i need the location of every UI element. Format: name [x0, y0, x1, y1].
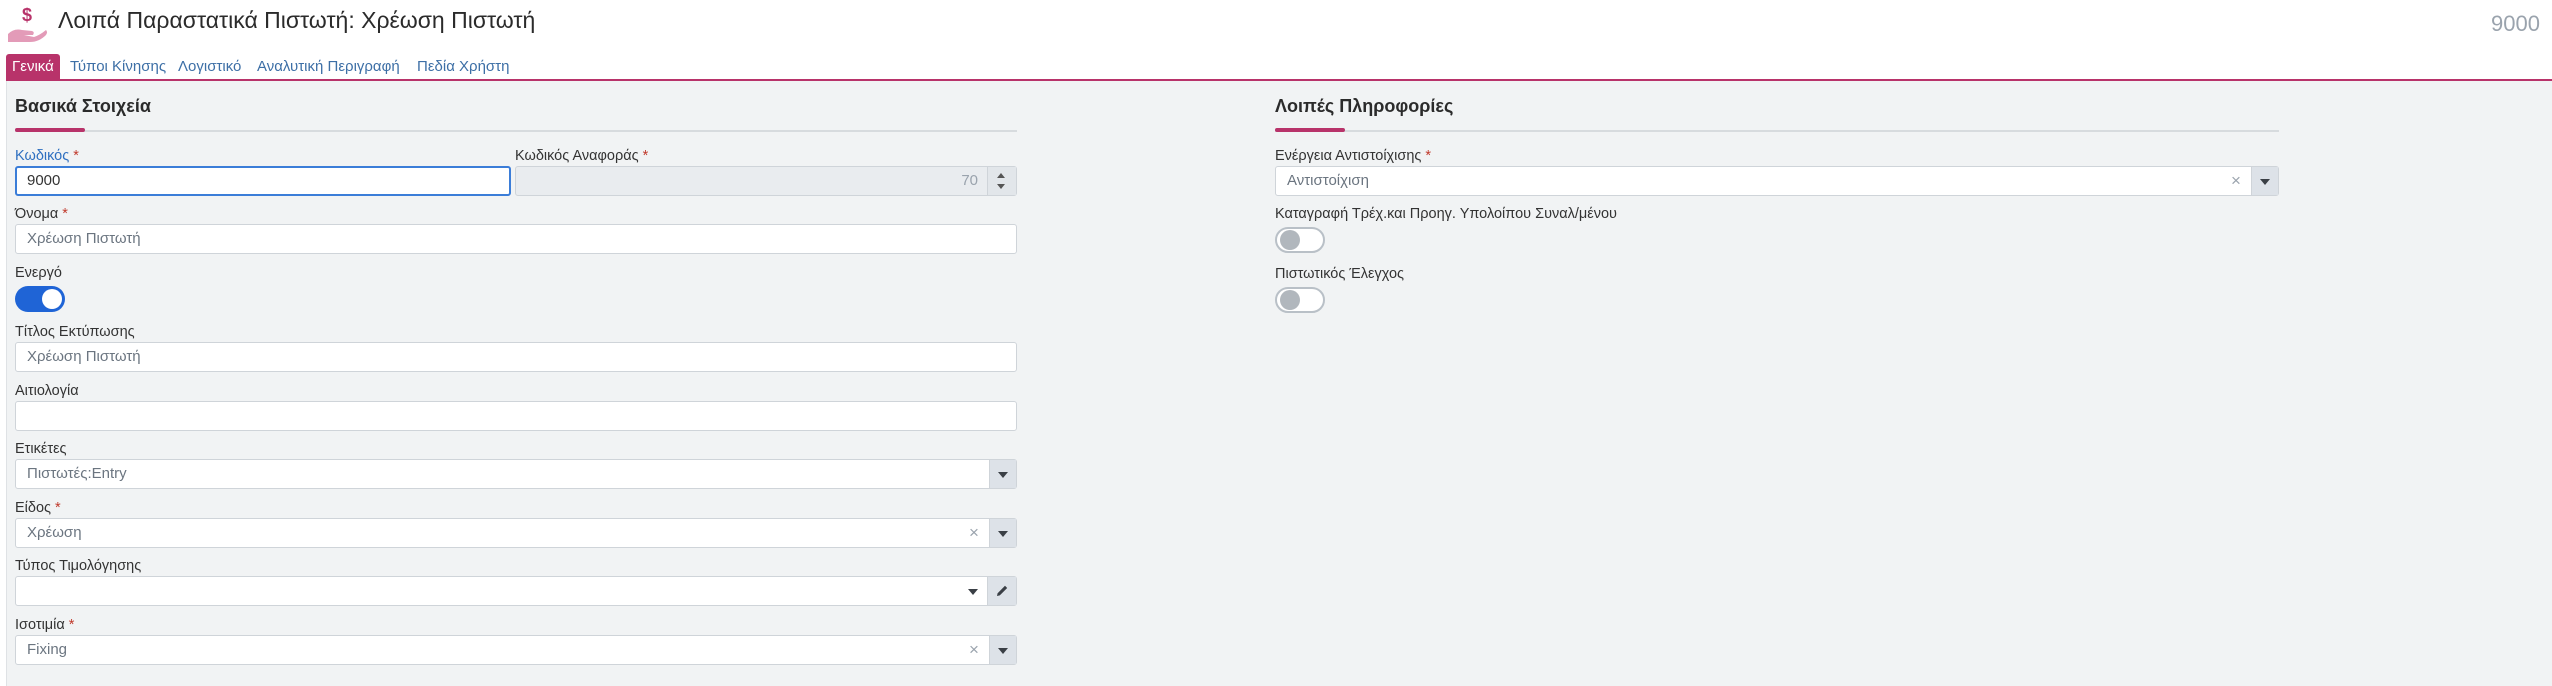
parity-dropdown-button[interactable] — [989, 636, 1016, 664]
chevron-down-icon — [2260, 179, 2270, 185]
match-action-select[interactable]: Αντιστοίχιση × — [1275, 166, 2279, 196]
active-label: Ενεργό — [15, 265, 62, 281]
tab-accounting[interactable]: Λογιστικό — [178, 54, 241, 80]
parity-label: Ισοτιμία * — [15, 617, 75, 633]
record-number: 9000 — [2491, 11, 2540, 36]
tags-select[interactable]: Πιστωτές:Entry — [15, 459, 1017, 489]
match-action-clear-icon[interactable]: × — [2226, 167, 2246, 195]
match-action-label: Ενέργεια Αντιστοίχισης * — [1275, 148, 1432, 164]
name-label: Όνομα * — [15, 206, 68, 222]
reason-input[interactable] — [15, 401, 1017, 431]
pencil-icon — [997, 585, 1008, 596]
kind-label: Είδος * — [15, 500, 61, 516]
toggle-knob — [1280, 290, 1300, 310]
other-section-accent — [1275, 128, 1345, 132]
kind-dropdown-button[interactable] — [989, 519, 1016, 547]
tab-user-fields[interactable]: Πεδία Χρήστη — [417, 54, 509, 80]
other-section-divider — [1275, 130, 2279, 132]
code-label: Κωδικός * — [15, 148, 79, 164]
tags-label: Ετικέτες — [15, 441, 67, 457]
basic-section-title: Βασικά Στοιχεία — [15, 96, 151, 116]
dollar-hand-icon: $ — [8, 5, 47, 42]
record-balance-toggle[interactable] — [1275, 227, 1325, 253]
chevron-down-icon — [998, 648, 1008, 654]
form-content: Βασικά Στοιχεία Κωδικός * 9000 Κωδικός Αν… — [6, 81, 2552, 686]
other-section-title: Λοιπές Πληροφορίες — [1275, 96, 1454, 116]
invoice-type-label: Τύπος Τιμολόγησης — [15, 558, 142, 574]
invoice-type-edit-button[interactable] — [987, 577, 1016, 605]
spin-up-icon — [997, 173, 1005, 178]
toggle-knob — [1280, 230, 1300, 250]
tab-detailed-description[interactable]: Αναλυτική Περιγραφή — [257, 54, 400, 80]
print-title-input[interactable]: Χρέωση Πιστωτή — [15, 342, 1017, 372]
print-title-label: Τίτλος Εκτύπωσης — [15, 324, 135, 340]
reason-label: Αιτιολογία — [15, 383, 79, 399]
ref-code-spinner — [987, 167, 1016, 195]
ref-code-label: Κωδικός Αναφοράς * — [515, 148, 649, 164]
active-toggle[interactable] — [15, 286, 65, 312]
chevron-down-icon — [998, 531, 1008, 537]
credit-check-label: Πιστωτικός Έλεγχος — [1275, 266, 1404, 282]
invoice-type-dropdown-button[interactable] — [960, 577, 986, 605]
tab-movement-types[interactable]: Τύποι Κίνησης — [70, 54, 166, 80]
name-input[interactable]: Χρέωση Πιστωτή — [15, 224, 1017, 254]
ref-code-input: 70 — [515, 166, 1017, 196]
kind-clear-icon[interactable]: × — [964, 519, 984, 547]
credit-check-toggle[interactable] — [1275, 287, 1325, 313]
parity-clear-icon[interactable]: × — [964, 636, 984, 664]
svg-text:$: $ — [22, 5, 32, 25]
match-action-dropdown-button[interactable] — [2251, 167, 2278, 195]
parity-select[interactable]: Fixing × — [15, 635, 1017, 665]
toggle-knob — [42, 289, 62, 309]
chevron-down-icon — [968, 589, 978, 595]
code-input[interactable]: 9000 — [15, 166, 511, 196]
invoice-type-select[interactable] — [15, 576, 1017, 606]
tags-dropdown-button[interactable] — [989, 460, 1016, 488]
spin-down-icon — [997, 184, 1005, 189]
basic-section-accent — [15, 128, 85, 132]
tab-general[interactable]: Γενικά — [6, 54, 60, 80]
kind-select[interactable]: Χρέωση × — [15, 518, 1017, 548]
record-balance-label: Καταγραφή Τρέχ.και Προηγ. Υπολοίπου Συνα… — [1275, 206, 1617, 222]
page-header: $ Λοιπά Παραστατικά Πιστωτή: Χρέωση Πιστ… — [0, 0, 2552, 52]
basic-section-divider — [15, 130, 1017, 132]
page-title: Λοιπά Παραστατικά Πιστωτή: Χρέωση Πιστωτ… — [58, 7, 536, 33]
chevron-down-icon — [998, 472, 1008, 478]
